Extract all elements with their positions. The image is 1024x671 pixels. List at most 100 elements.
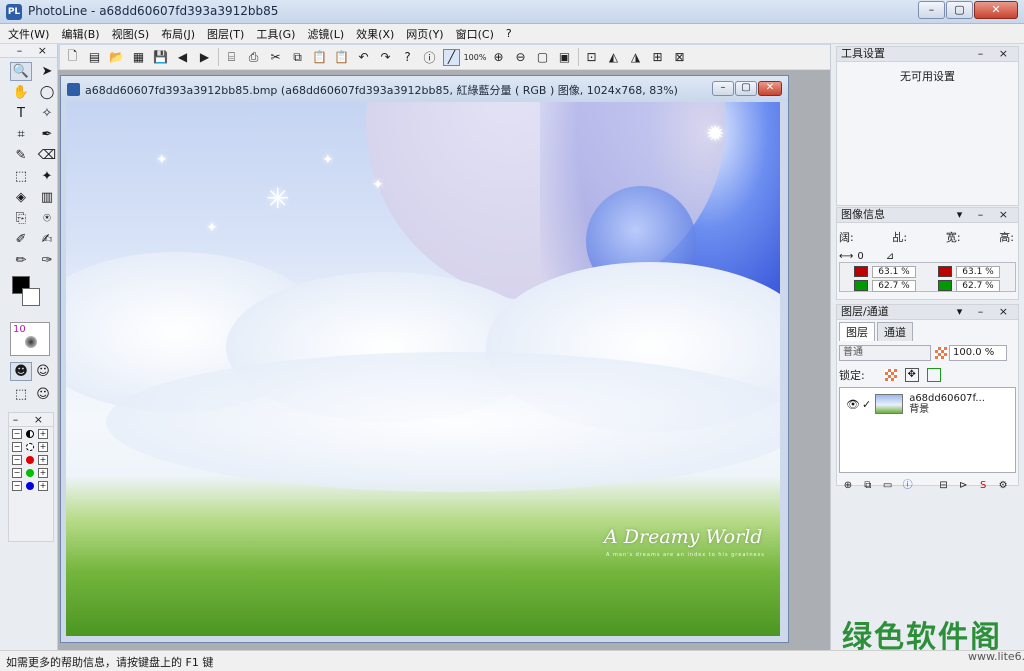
document-title-bar[interactable]: a68dd60607fd393a3912bb85.bmp (a68dd60607… [61, 76, 788, 102]
dodge-tool-icon[interactable]: ✏ [10, 251, 32, 270]
maximize-button[interactable]: ▢ [946, 1, 973, 19]
info-icon[interactable]: ⓘ [421, 49, 438, 66]
layer-check-icon[interactable]: ✓ [862, 398, 871, 411]
menu-layout[interactable]: 布局(J) [161, 26, 195, 42]
fit-window-icon[interactable]: ▢ [534, 49, 551, 66]
mirror-icon[interactable]: ◭ [605, 49, 622, 66]
delete-layer-icon[interactable]: ⚙ [998, 479, 1008, 493]
opacity-field[interactable]: 100.0 % [949, 345, 1007, 361]
clone-tool-icon[interactable]: ⎘ [10, 209, 32, 228]
forward-icon[interactable]: ▶ [196, 49, 213, 66]
plus-button[interactable]: + [38, 428, 48, 439]
lock-all-icon[interactable] [926, 368, 941, 382]
layer-style-icon[interactable]: S [978, 479, 988, 493]
minus-button[interactable]: − [12, 467, 22, 478]
minus-button[interactable]: − [12, 480, 22, 491]
magic-wand-icon[interactable]: ✦ [36, 167, 58, 186]
panel-controls[interactable]: – × [17, 44, 53, 57]
quick-mask-icon[interactable]: ☺ [32, 362, 54, 381]
doc-minimize-button[interactable]: – [712, 81, 734, 96]
minus-button[interactable]: − [12, 428, 22, 439]
sponge-tool-icon[interactable]: ✍ [36, 230, 58, 249]
new-document-icon[interactable]: 🗋 [64, 49, 81, 66]
zoom-100-button[interactable]: 100% [464, 49, 487, 66]
menu-layer[interactable]: 图层(T) [207, 26, 244, 42]
tab-channels[interactable]: 通道 [877, 322, 913, 341]
doc-maximize-button[interactable]: ▢ [735, 81, 757, 96]
zoom-tool-icon[interactable]: 🔍 [10, 62, 32, 81]
arrow-tool-icon[interactable]: ➤ [36, 62, 58, 81]
image-canvas[interactable]: ✳ ✦ ✦ ✦ ✦ ✹ A Dreamy World A man's dream… [66, 102, 780, 636]
selection-mask-icon[interactable]: ☺ [32, 385, 54, 404]
web-export-icon[interactable]: ⊞ [649, 49, 666, 66]
lock-transparency-icon[interactable] [884, 369, 897, 381]
burn-tool-icon[interactable]: ✑ [36, 251, 58, 270]
tab-layers[interactable]: 图层 [839, 322, 875, 341]
plus-button[interactable]: + [38, 441, 48, 452]
menu-filter[interactable]: 滤镜(L) [307, 26, 344, 42]
menu-web[interactable]: 网页(Y) [406, 26, 443, 42]
blend-mode-select[interactable]: 普通 [839, 345, 931, 361]
redo-icon[interactable]: ↷ [377, 49, 394, 66]
menu-file[interactable]: 文件(W) [8, 26, 49, 42]
panel-controls[interactable]: ▾ – × [957, 305, 1014, 319]
merge-layer-icon[interactable]: ⊟ [939, 479, 949, 493]
smudge-tool-icon[interactable]: ✐ [10, 230, 32, 249]
text-tool-icon[interactable]: T [10, 104, 32, 123]
crop-resize-icon[interactable]: ⊡ [583, 49, 600, 66]
stamp-tool-icon[interactable]: ⍟ [36, 209, 58, 228]
help-cursor-icon[interactable]: ? [399, 49, 416, 66]
menu-effects[interactable]: 效果(X) [356, 26, 394, 42]
save-icon[interactable]: 💾 [152, 49, 169, 66]
cut-icon[interactable]: ✂ [267, 49, 284, 66]
panel-controls[interactable]: – × [978, 47, 1014, 61]
export-layer-icon[interactable]: ⊳ [958, 479, 968, 493]
doc-close-button[interactable]: ✕ [758, 81, 782, 96]
menu-window[interactable]: 窗口(C) [456, 26, 494, 42]
brush-tool-icon[interactable]: ✎ [10, 146, 32, 165]
zoom-out-icon[interactable]: ⊖ [512, 49, 529, 66]
browser-icon[interactable]: ▦ [130, 49, 147, 66]
crop-tool-icon[interactable]: ⌗ [10, 125, 32, 144]
ellipse-tool-icon[interactable]: ◯ [36, 83, 58, 102]
minimize-button[interactable]: – [918, 1, 945, 19]
hand-tool-icon[interactable]: ✋ [10, 83, 32, 102]
menu-help[interactable]: ? [506, 27, 512, 40]
plus-button[interactable]: + [38, 480, 48, 491]
menu-view[interactable]: 视图(S) [112, 26, 150, 42]
new-text-doc-icon[interactable]: ▤ [86, 49, 103, 66]
panel-controls[interactable]: – × [13, 413, 49, 426]
print-icon[interactable]: ⎙ [245, 49, 262, 66]
plus-button[interactable]: + [38, 454, 48, 465]
selection-icon[interactable]: ⬚ [10, 385, 32, 404]
layer-mask-icon[interactable]: ▭ [883, 479, 893, 493]
visibility-eye-icon[interactable]: 👁 [846, 398, 860, 411]
background-color-swatch[interactable] [22, 288, 40, 306]
brush-preview[interactable]: 10 [10, 322, 50, 356]
slideshow-icon[interactable]: ⊠ [671, 49, 688, 66]
full-view-icon[interactable]: ▣ [556, 49, 573, 66]
flip-icon[interactable]: ◮ [627, 49, 644, 66]
plus-button[interactable]: + [38, 467, 48, 478]
copy-icon[interactable]: ⧉ [289, 49, 306, 66]
layer-info-icon[interactable]: ⓘ [903, 479, 913, 493]
new-layer-icon[interactable]: ⊕ [843, 479, 853, 493]
paste-icon[interactable]: 📋 [311, 49, 328, 66]
mask-mode-icon[interactable]: ☻ [10, 362, 32, 381]
lock-position-icon[interactable]: ✥ [904, 368, 919, 382]
scan-icon[interactable]: ⌸ [223, 49, 240, 66]
open-folder-icon[interactable]: 📂 [108, 49, 125, 66]
marquee-tool-icon[interactable]: ⬚ [10, 167, 32, 186]
menu-edit[interactable]: 编辑(B) [61, 26, 99, 42]
layer-row[interactable]: 👁 ✓ a68dd60607f... 背景 [840, 390, 1015, 418]
close-button[interactable]: ✕ [974, 1, 1018, 19]
zoom-in-icon[interactable]: ⊕ [490, 49, 507, 66]
eyedropper-icon[interactable]: ✒ [36, 125, 58, 144]
menu-tools[interactable]: 工具(G) [256, 26, 295, 42]
undo-icon[interactable]: ↶ [355, 49, 372, 66]
eraser-tool-icon[interactable]: ⌫ [36, 146, 58, 165]
panel-controls[interactable]: ▾ – × [957, 208, 1014, 222]
back-icon[interactable]: ◀ [174, 49, 191, 66]
gradient-tool-icon[interactable]: ▥ [36, 188, 58, 207]
paste-new-icon[interactable]: 📋 [333, 49, 350, 66]
